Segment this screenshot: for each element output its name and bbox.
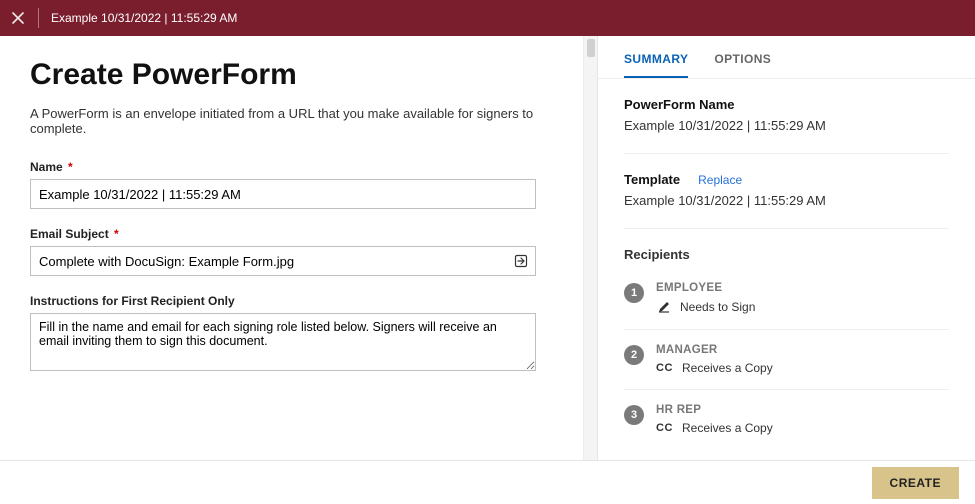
main-panel: Create PowerForm A PowerForm is an envel… xyxy=(0,36,583,460)
powerform-name-label: PowerForm Name xyxy=(624,97,949,112)
tab-summary[interactable]: SUMMARY xyxy=(624,52,688,78)
topbar-title: Example 10/31/2022 | 11:55:29 AM xyxy=(51,11,237,25)
recipient-body: EMPLOYEE Needs to Sign xyxy=(656,282,755,315)
instructions-label: Instructions for First Recipient Only xyxy=(30,294,553,308)
template-replace-link[interactable]: Replace xyxy=(698,173,742,187)
cc-icon: CC xyxy=(656,422,674,434)
recipient-action-text: Receives a Copy xyxy=(682,421,773,435)
recipient-order-badge: 3 xyxy=(624,405,644,425)
recipient-action: CC Receives a Copy xyxy=(656,361,773,375)
email-subject-input[interactable] xyxy=(30,246,536,276)
recipients-list: 1 EMPLOYEE Needs to Sign 2 MANAGER CC Receives… xyxy=(624,276,949,449)
email-subject-label-text: Email Subject xyxy=(30,227,109,241)
recipient-action: Needs to Sign xyxy=(656,299,755,315)
topbar-divider xyxy=(38,8,39,28)
instructions-field-wrap: Instructions for First Recipient Only xyxy=(30,294,553,374)
recipients-label: Recipients xyxy=(624,247,949,262)
name-input[interactable] xyxy=(30,179,536,209)
tab-options[interactable]: OPTIONS xyxy=(714,52,771,78)
template-value: Example 10/31/2022 | 11:55:29 AM xyxy=(624,193,949,208)
powerform-name-value: Example 10/31/2022 | 11:55:29 AM xyxy=(624,118,949,133)
main-scrollbar[interactable] xyxy=(583,36,597,460)
name-field-wrap: Name * xyxy=(30,160,553,209)
side-separator xyxy=(624,228,949,229)
recipient-role: EMPLOYEE xyxy=(656,282,755,294)
recipient-role: MANAGER xyxy=(656,344,773,356)
name-label: Name * xyxy=(30,160,553,174)
page-description: A PowerForm is an envelope initiated fro… xyxy=(30,106,553,136)
recipient-body: MANAGER CC Receives a Copy xyxy=(656,344,773,375)
side-panel: SUMMARY OPTIONS PowerForm Name Example 1… xyxy=(597,36,975,460)
recipient-order-badge: 2 xyxy=(624,345,644,365)
topbar: Example 10/31/2022 | 11:55:29 AM xyxy=(0,0,975,36)
required-mark: * xyxy=(114,227,119,241)
instructions-textarea[interactable] xyxy=(30,313,536,371)
recipient-action: CC Receives a Copy xyxy=(656,421,773,435)
template-label: Template xyxy=(624,172,680,187)
side-tabs: SUMMARY OPTIONS xyxy=(598,36,975,79)
close-icon[interactable] xyxy=(8,8,28,28)
email-subject-input-wrap xyxy=(30,246,536,276)
recipient-role: HR REP xyxy=(656,404,773,416)
recipient-body: HR REP CC Receives a Copy xyxy=(656,404,773,435)
side-separator xyxy=(624,153,949,154)
cc-icon: CC xyxy=(656,362,674,374)
insert-field-icon[interactable] xyxy=(512,252,530,270)
footer: CREATE xyxy=(0,460,975,504)
side-body: PowerForm Name Example 10/31/2022 | 11:5… xyxy=(598,79,975,460)
page-title: Create PowerForm xyxy=(30,58,553,92)
recipient-row: 1 EMPLOYEE Needs to Sign xyxy=(624,276,949,330)
name-label-text: Name xyxy=(30,160,63,174)
recipient-row: 3 HR REP CC Receives a Copy xyxy=(624,398,949,449)
template-row: Template Replace xyxy=(624,172,949,187)
needs-to-sign-icon xyxy=(656,299,672,315)
recipient-row: 2 MANAGER CC Receives a Copy xyxy=(624,338,949,390)
recipient-action-text: Needs to Sign xyxy=(680,300,755,314)
content-area: Create PowerForm A PowerForm is an envel… xyxy=(0,36,975,460)
recipient-order-badge: 1 xyxy=(624,283,644,303)
create-button[interactable]: CREATE xyxy=(872,467,959,499)
required-mark: * xyxy=(68,160,73,174)
email-subject-field-wrap: Email Subject * xyxy=(30,227,553,276)
email-subject-label: Email Subject * xyxy=(30,227,553,241)
recipient-action-text: Receives a Copy xyxy=(682,361,773,375)
